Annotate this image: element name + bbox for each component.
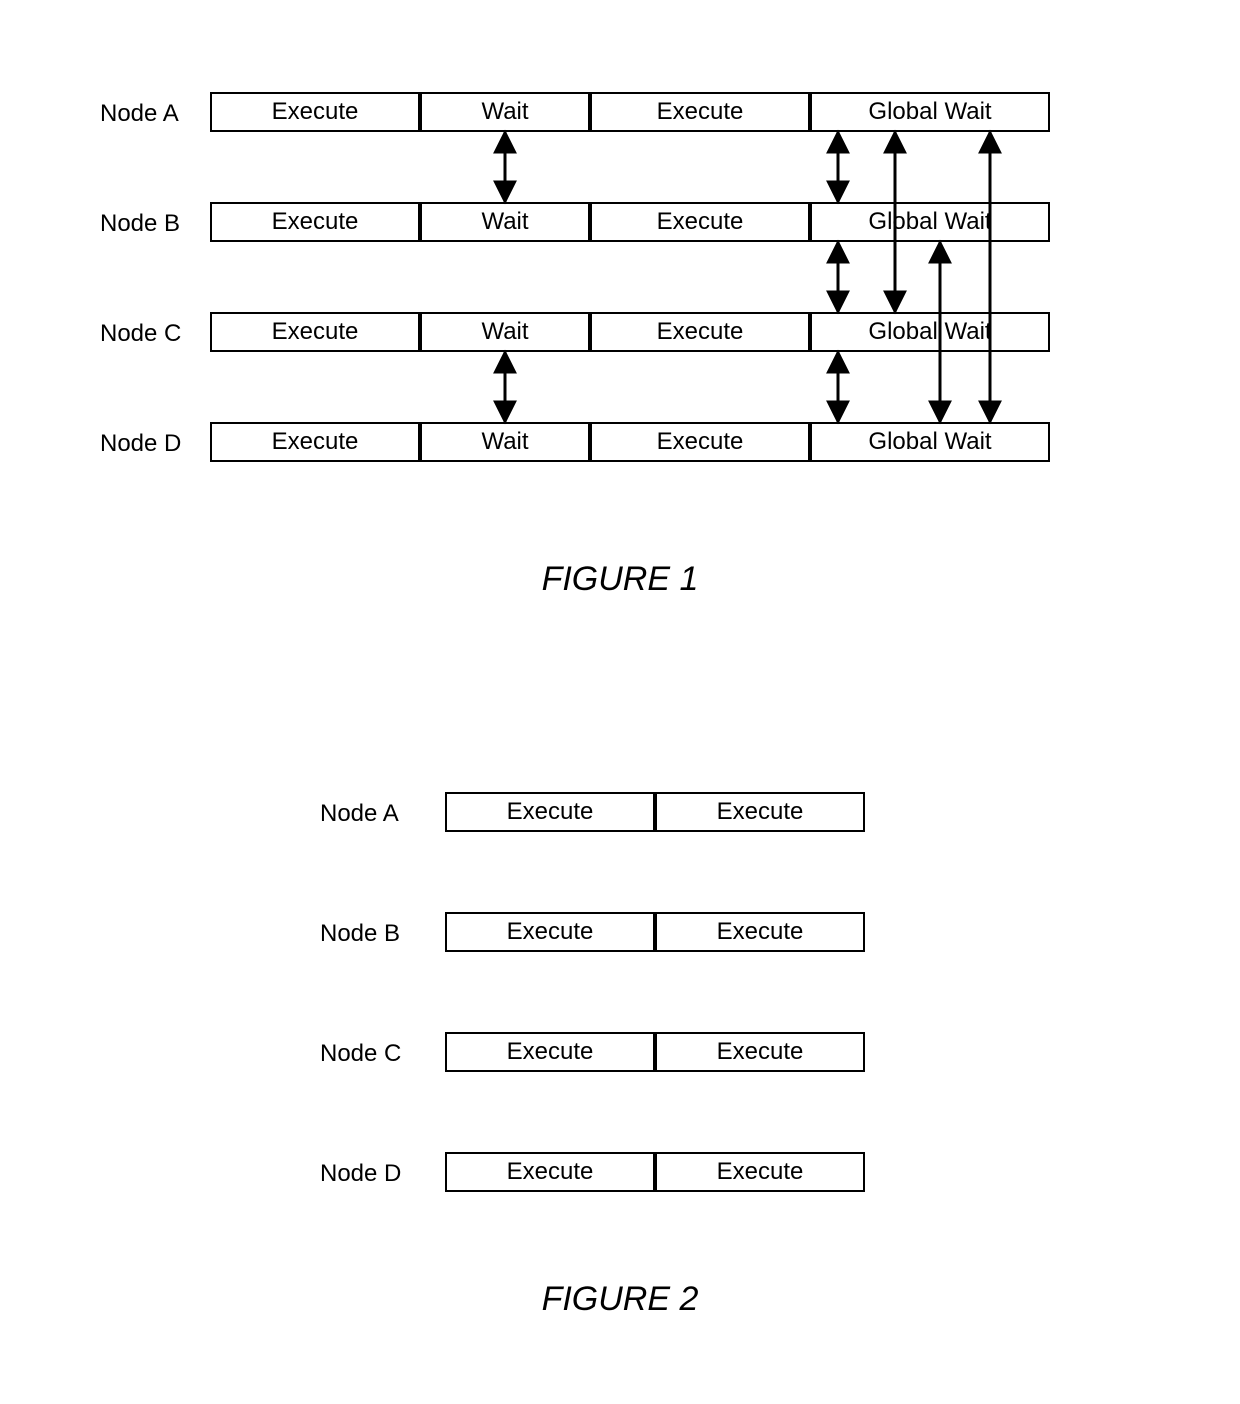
figure2-caption: FIGURE 2: [0, 1280, 1240, 1319]
fig1-c-execute-1: Execute: [210, 312, 420, 352]
fig1-d-execute-2: Execute: [590, 422, 810, 462]
fig1-node-a-label: Node A: [100, 100, 179, 128]
fig1-a-execute-2: Execute: [590, 92, 810, 132]
fig1-a-globalwait: Global Wait: [810, 92, 1050, 132]
fig2-c-execute-2: Execute: [655, 1032, 865, 1072]
fig1-c-execute-2: Execute: [590, 312, 810, 352]
fig2-b-execute-1: Execute: [445, 912, 655, 952]
fig2-d-execute-1: Execute: [445, 1152, 655, 1192]
fig1-b-execute-1: Execute: [210, 202, 420, 242]
fig2-node-b-label: Node B: [320, 920, 400, 948]
fig2-node-c-label: Node C: [320, 1040, 401, 1068]
fig1-c-globalwait: Global Wait: [810, 312, 1050, 352]
fig2-a-execute-2: Execute: [655, 792, 865, 832]
fig1-b-wait: Wait: [420, 202, 590, 242]
fig1-c-wait: Wait: [420, 312, 590, 352]
fig1-node-b-label: Node B: [100, 210, 180, 238]
fig1-a-execute-1: Execute: [210, 92, 420, 132]
fig1-d-execute-1: Execute: [210, 422, 420, 462]
fig2-b-execute-2: Execute: [655, 912, 865, 952]
fig1-node-c-label: Node C: [100, 320, 181, 348]
fig2-a-execute-1: Execute: [445, 792, 655, 832]
fig1-node-d-label: Node D: [100, 430, 181, 458]
figure1-caption: FIGURE 1: [0, 560, 1240, 599]
fig1-b-execute-2: Execute: [590, 202, 810, 242]
fig1-d-wait: Wait: [420, 422, 590, 462]
fig1-d-globalwait: Global Wait: [810, 422, 1050, 462]
fig1-b-globalwait: Global Wait: [810, 202, 1050, 242]
fig2-c-execute-1: Execute: [445, 1032, 655, 1072]
fig2-node-d-label: Node D: [320, 1160, 401, 1188]
fig1-a-wait: Wait: [420, 92, 590, 132]
fig2-node-a-label: Node A: [320, 800, 399, 828]
diagram-canvas: Node A Node B Node C Node D Execute Wait…: [0, 0, 1240, 1404]
fig2-d-execute-2: Execute: [655, 1152, 865, 1192]
